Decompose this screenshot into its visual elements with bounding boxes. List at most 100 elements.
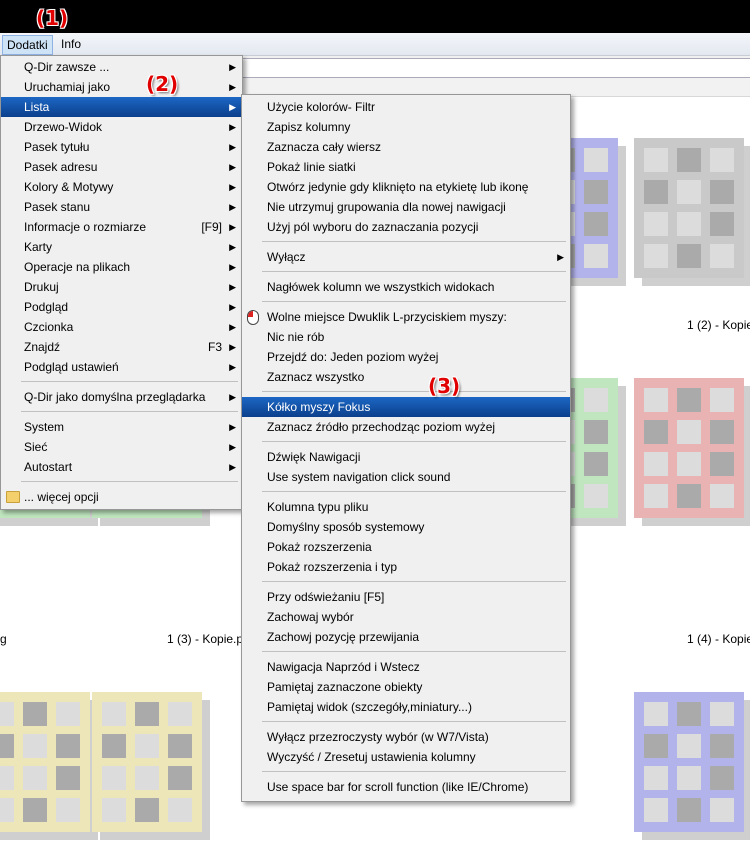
sub-menu-item[interactable]: Zaznacz źródło przechodząc poziom wyżej bbox=[242, 417, 570, 437]
main-menu-item[interactable]: Podgląd ▶ bbox=[1, 297, 242, 317]
sub-menu-item[interactable]: Nic nie rób bbox=[242, 327, 570, 347]
sub-menu-item[interactable]: Nawigacja Naprzód i Wstecz bbox=[242, 657, 570, 677]
thumbnail-card bbox=[92, 692, 202, 832]
sub-menu-item[interactable]: Wolne miejsce Dwuklik L-przyciskiem mysz… bbox=[242, 307, 570, 327]
sub-menu-item[interactable]: Wyczyść / Zresetuj ustawienia kolumny bbox=[242, 747, 570, 767]
thumbnail-cell bbox=[56, 766, 80, 790]
sub-menu-item[interactable]: Kółko myszy Fokus bbox=[242, 397, 570, 417]
sub-menu-item[interactable]: Nagłówek kolumn we wszystkich widokach bbox=[242, 277, 570, 297]
main-menu-item[interactable]: Q-Dir jako domyślna przeglądarka ▶ bbox=[1, 387, 242, 407]
thumbnail-cell bbox=[677, 734, 701, 758]
thumbnail-cell bbox=[0, 702, 14, 726]
thumbnail-caption[interactable]: 1 (2) - Kopie bbox=[687, 318, 750, 332]
address-bar[interactable] bbox=[240, 58, 750, 78]
sub-menu-item-label: Zachowj pozycję przewijania bbox=[267, 630, 420, 644]
thumbnail-cell bbox=[644, 244, 668, 268]
thumbnail-caption[interactable]: 1 (4) - Kopie bbox=[687, 632, 750, 646]
thumbnail-image[interactable] bbox=[0, 692, 98, 842]
submenu-arrow-icon: ▶ bbox=[229, 122, 236, 132]
sub-menu-item[interactable]: Przejdź do: Jeden poziom wyżej bbox=[242, 347, 570, 367]
menu-bar: Dodatki Info bbox=[0, 33, 750, 56]
thumbnail-cell bbox=[168, 798, 192, 822]
sub-menu-item[interactable]: Zaznacz wszystko bbox=[242, 367, 570, 387]
main-menu-item[interactable]: Pasek stanu ▶ bbox=[1, 197, 242, 217]
sub-menu-item[interactable]: Wyłącz przezroczysty wybór (w W7/Vista) bbox=[242, 727, 570, 747]
thumbnail-cell bbox=[0, 734, 14, 758]
sub-menu-item-label: Przy odświeżaniu [F5] bbox=[267, 590, 385, 604]
thumbnail-cell bbox=[584, 484, 608, 508]
sub-menu-item-label: Zachowaj wybór bbox=[267, 610, 354, 624]
main-menu-item[interactable]: Drzewo-Widok ▶ bbox=[1, 117, 242, 137]
sub-menu-item[interactable]: Pamiętaj widok (szczegóły,miniatury...) bbox=[242, 697, 570, 717]
main-menu-item[interactable]: Czcionka ▶ bbox=[1, 317, 242, 337]
sub-menu-item[interactable]: Użycie kolorów- Filtr bbox=[242, 97, 570, 117]
thumbnail-cell bbox=[584, 420, 608, 444]
main-menu-item[interactable]: Operacje na plikach ▶ bbox=[1, 257, 242, 277]
sub-menu-item[interactable]: Domyślny sposób systemowy bbox=[242, 517, 570, 537]
sub-menu-item[interactable]: Wyłącz ▶ bbox=[242, 247, 570, 267]
sub-menu-item[interactable]: Zaznacza cały wiersz bbox=[242, 137, 570, 157]
main-menu-item[interactable]: Drukuj ▶ bbox=[1, 277, 242, 297]
sub-menu-item[interactable]: Pokaż rozszerzenia i typ bbox=[242, 557, 570, 577]
sub-menu-item[interactable]: Pokaż linie siatki bbox=[242, 157, 570, 177]
thumbnail-cell bbox=[677, 420, 701, 444]
main-menu-item[interactable]: Uruchamiaj jako ▶ bbox=[1, 77, 242, 97]
thumbnail-cell bbox=[23, 766, 47, 790]
sub-menu-item[interactable]: Dźwięk Nawigacji bbox=[242, 447, 570, 467]
sub-menu-item[interactable]: Pokaż rozszerzenia bbox=[242, 537, 570, 557]
sub-menu-item[interactable]: Kolumna typu pliku bbox=[242, 497, 570, 517]
sub-menu-item[interactable]: Przy odświeżaniu [F5] bbox=[242, 587, 570, 607]
sub-menu-item[interactable]: Use system navigation click sound bbox=[242, 467, 570, 487]
thumbnail-cell bbox=[23, 702, 47, 726]
thumbnail-image[interactable] bbox=[634, 138, 750, 288]
sub-menu-item-label: Zaznacza cały wiersz bbox=[267, 140, 382, 154]
thumbnail-cell bbox=[710, 244, 734, 268]
thumbnail-caption[interactable]: g bbox=[0, 632, 7, 646]
main-menu-item[interactable]: System ▶ bbox=[1, 417, 242, 437]
submenu-arrow-icon: ▶ bbox=[229, 82, 236, 92]
main-menu-item[interactable]: Znajdź F3 ▶ bbox=[1, 337, 242, 357]
sub-menu-item-label: Use space bar for scroll function (like … bbox=[267, 780, 529, 794]
menu-dodatki[interactable]: Dodatki bbox=[2, 35, 53, 55]
main-menu-item[interactable]: Kolory & Motywy ▶ bbox=[1, 177, 242, 197]
thumbnail-image[interactable] bbox=[634, 692, 750, 842]
sub-menu-item-label: Użycie kolorów- Filtr bbox=[267, 100, 376, 114]
sub-menu-item[interactable]: Zachowj pozycję przewijania bbox=[242, 627, 570, 647]
thumbnail-cell bbox=[677, 766, 701, 790]
sub-menu-item-label: Domyślny sposób systemowy bbox=[267, 520, 425, 534]
thumbnail-cell bbox=[677, 212, 701, 236]
thumbnail-image[interactable] bbox=[634, 378, 750, 528]
main-menu-item[interactable]: Podgląd ustawień ▶ bbox=[1, 357, 242, 377]
sub-menu-item[interactable]: Otwórz jedynie gdy kliknięto na etykietę… bbox=[242, 177, 570, 197]
sub-menu-item[interactable]: Nie utrzymuj grupowania dla nowej nawiga… bbox=[242, 197, 570, 217]
thumbnail-caption[interactable]: 1 (3) - Kopie.p bbox=[167, 632, 243, 646]
main-menu-item-label: Znajdź bbox=[24, 340, 61, 354]
sub-menu-item[interactable]: Use space bar for scroll function (like … bbox=[242, 777, 570, 797]
sub-menu-item-label: Wolne miejsce Dwuklik L-przyciskiem mysz… bbox=[267, 310, 507, 324]
main-menu-item[interactable]: Karty ▶ bbox=[1, 237, 242, 257]
main-menu-item-label: Sieć bbox=[24, 440, 48, 454]
main-menu-item-label: ... więcej opcji bbox=[24, 490, 99, 504]
sub-menu-item[interactable]: Pamiętaj zaznaczone obiekty bbox=[242, 677, 570, 697]
thumbnail-cell bbox=[710, 180, 734, 204]
main-menu-item[interactable]: Pasek adresu ▶ bbox=[1, 157, 242, 177]
sub-menu-item[interactable]: Użyj pól wyboru do zaznaczania pozycji bbox=[242, 217, 570, 237]
sub-menu-item[interactable]: Zapisz kolumny bbox=[242, 117, 570, 137]
menu-info[interactable]: Info bbox=[57, 35, 85, 53]
sub-menu-item-label: Wyczyść / Zresetuj ustawienia kolumny bbox=[267, 750, 476, 764]
thumbnail-cell bbox=[644, 702, 668, 726]
main-menu-item[interactable]: ... więcej opcji bbox=[1, 487, 242, 507]
sub-menu-item-label: Kolumna typu pliku bbox=[267, 500, 369, 514]
main-menu-item[interactable]: Informacje o rozmiarze [F9] ▶ bbox=[1, 217, 242, 237]
main-menu-item[interactable]: Pasek tytułu ▶ bbox=[1, 137, 242, 157]
main-menu-item-label: Informacje o rozmiarze bbox=[24, 220, 147, 234]
main-menu-item[interactable]: Sieć ▶ bbox=[1, 437, 242, 457]
thumbnail-cell bbox=[168, 702, 192, 726]
main-menu-item[interactable]: Lista ▶ bbox=[1, 97, 242, 117]
main-menu-item[interactable]: Q-Dir zawsze ... ▶ bbox=[1, 57, 242, 77]
main-menu-item[interactable]: Autostart ▶ bbox=[1, 457, 242, 477]
thumbnail-image[interactable] bbox=[92, 692, 210, 842]
menu-separator bbox=[262, 771, 566, 772]
main-menu-item-label: Lista bbox=[24, 100, 50, 114]
sub-menu-item[interactable]: Zachowaj wybór bbox=[242, 607, 570, 627]
